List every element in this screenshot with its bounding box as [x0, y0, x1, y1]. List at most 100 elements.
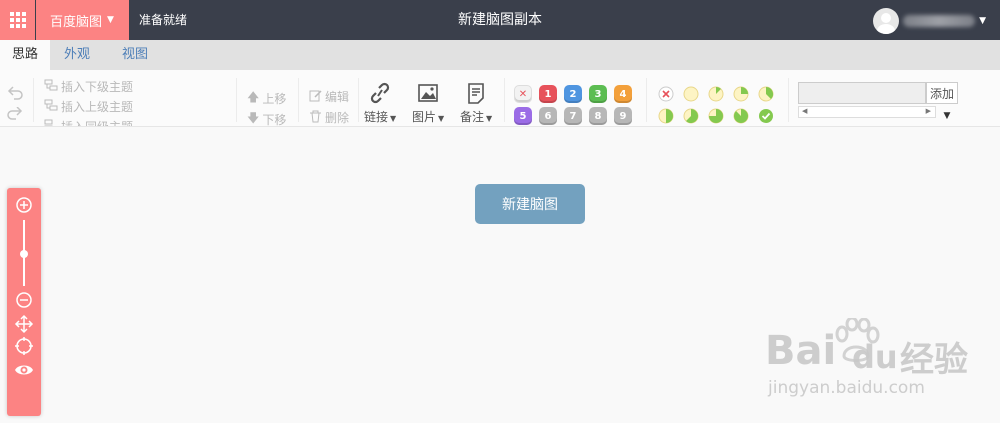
resource-dropdown-button[interactable]: ▼: [936, 106, 958, 126]
tab-ideas[interactable]: 思路: [0, 40, 50, 70]
caret-down-icon: ▼: [107, 15, 114, 25]
progress-7-icon[interactable]: [733, 108, 749, 124]
priority-badge-label: 2: [569, 88, 577, 100]
progress-4-icon[interactable]: [658, 108, 674, 124]
priority-badge-label: 8: [594, 110, 602, 122]
pan-button[interactable]: [14, 314, 34, 334]
redo-button[interactable]: [6, 107, 24, 123]
watermark-site-cn: 经验: [900, 340, 968, 380]
trash-icon: [309, 110, 322, 126]
move-icon: [14, 314, 34, 334]
user-menu[interactable]: ▼: [873, 7, 986, 35]
insert-sibling-topic-button[interactable]: 插入同级主题: [44, 118, 133, 126]
username-redacted: [903, 15, 976, 27]
main-tabs: 思路 外观 视图: [0, 40, 1000, 70]
redo-icon: [7, 107, 23, 120]
move-down-label: 下移: [262, 113, 287, 127]
priority-remove-badge[interactable]: ✕: [514, 85, 532, 103]
insert-sibling-icon: [44, 119, 58, 126]
root-topic-node[interactable]: 新建脑图: [475, 184, 585, 224]
progress-3-icon[interactable]: [758, 86, 774, 102]
resource-scrollbar[interactable]: ◀ ▶: [798, 106, 936, 118]
priority-badge-label: 3: [594, 88, 602, 100]
undo-icon: [7, 86, 23, 100]
edit-button[interactable]: 编辑: [309, 88, 349, 105]
undo-button[interactable]: [6, 85, 24, 101]
priority-3-badge[interactable]: 3: [589, 85, 607, 103]
priority-7-badge[interactable]: 7: [564, 107, 582, 125]
note-label: 备注: [460, 110, 485, 124]
note-icon: [468, 83, 484, 104]
link-label: 链接: [364, 110, 389, 124]
progress-1-icon[interactable]: [708, 86, 724, 102]
priority-5-badge[interactable]: 5: [514, 107, 532, 125]
priority-badge-label: 1: [544, 88, 552, 100]
move-down-button[interactable]: 🡇 下移: [247, 109, 287, 127]
caret-down-icon: ▼: [486, 114, 493, 123]
navigator-toggle-button[interactable]: [14, 360, 34, 380]
priority-6-badge[interactable]: 6: [539, 107, 557, 125]
priority-4-badge[interactable]: 4: [614, 85, 632, 103]
priority-badge-label: 6: [544, 110, 552, 122]
insert-parent-label: 插入上级主题: [61, 100, 134, 114]
insert-parent-icon: [44, 99, 58, 114]
delete-button[interactable]: 删除: [309, 109, 349, 126]
note-button[interactable]: 备注 ▼: [460, 82, 492, 125]
resource-input[interactable]: [798, 82, 926, 104]
link-icon: [370, 82, 390, 104]
zoom-panel: [7, 188, 41, 416]
zoom-slider-handle[interactable]: [20, 250, 28, 258]
avatar[interactable]: [873, 8, 900, 34]
move-up-button[interactable]: 🡅 上移: [247, 88, 286, 109]
insert-child-label: 插入下级主题: [61, 80, 134, 94]
baidu-jingyan-watermark: Bai du 经验 jingyan.baidu.com: [760, 318, 990, 418]
brand-label: 百度脑图: [50, 14, 103, 30]
watermark-brand-2: du: [852, 338, 898, 376]
caret-down-icon: ▼: [438, 114, 445, 123]
priority-badge-label: 7: [569, 110, 577, 122]
tab-appearance[interactable]: 外观: [54, 40, 100, 70]
move-up-label: 上移: [262, 92, 287, 106]
priority-1-badge[interactable]: 1: [539, 85, 557, 103]
zoom-out-icon: [16, 292, 32, 308]
insert-parent-topic-button[interactable]: 插入上级主题: [44, 98, 133, 115]
edit-label: 编辑: [325, 90, 350, 104]
insert-child-topic-button[interactable]: 插入下级主题: [44, 78, 133, 95]
watermark-url: jingyan.baidu.com: [768, 378, 925, 398]
eye-icon: [15, 365, 33, 375]
grid-icon: [9, 12, 26, 28]
image-label: 图片: [412, 110, 437, 124]
priority-8-badge[interactable]: 8: [589, 107, 607, 125]
priority-2-badge[interactable]: 2: [564, 85, 582, 103]
zoom-out-button[interactable]: [14, 290, 34, 310]
link-button[interactable]: 链接 ▼: [364, 82, 396, 125]
progress-done-icon[interactable]: [758, 108, 774, 124]
priority-badge-label: 9: [619, 110, 627, 122]
arrow-down-icon: 🡇: [247, 111, 260, 125]
brand-menu-button[interactable]: 百度脑图 ▼: [36, 0, 129, 40]
progress-6-icon[interactable]: [708, 108, 724, 124]
resource-add-button[interactable]: 添加: [926, 82, 958, 104]
caret-down-icon: ▼: [390, 114, 397, 123]
scroll-left-icon: ◀: [802, 107, 808, 115]
priority-badge-label: ✕: [518, 88, 528, 100]
scroll-right-icon: ▶: [925, 107, 931, 115]
locate-root-button[interactable]: [14, 336, 34, 356]
apps-menu-button[interactable]: [0, 0, 35, 40]
progress-5-icon[interactable]: [683, 108, 699, 124]
zoom-in-button[interactable]: [14, 195, 34, 215]
progress-2-icon[interactable]: [733, 86, 749, 102]
priority-badge-label: 5: [519, 110, 527, 122]
watermark-brand: Bai: [765, 328, 837, 374]
zoom-in-icon: [16, 197, 32, 213]
caret-down-icon: ▼: [979, 16, 986, 26]
progress-remove-icon[interactable]: [658, 86, 674, 102]
image-icon: [418, 84, 438, 102]
edit-icon: [309, 89, 322, 105]
priority-9-badge[interactable]: 9: [614, 107, 632, 125]
zoom-slider[interactable]: [14, 218, 34, 290]
tab-view[interactable]: 视图: [112, 40, 158, 70]
delete-label: 删除: [325, 111, 350, 125]
image-button[interactable]: 图片 ▼: [412, 82, 444, 125]
progress-0-icon[interactable]: [683, 86, 699, 102]
